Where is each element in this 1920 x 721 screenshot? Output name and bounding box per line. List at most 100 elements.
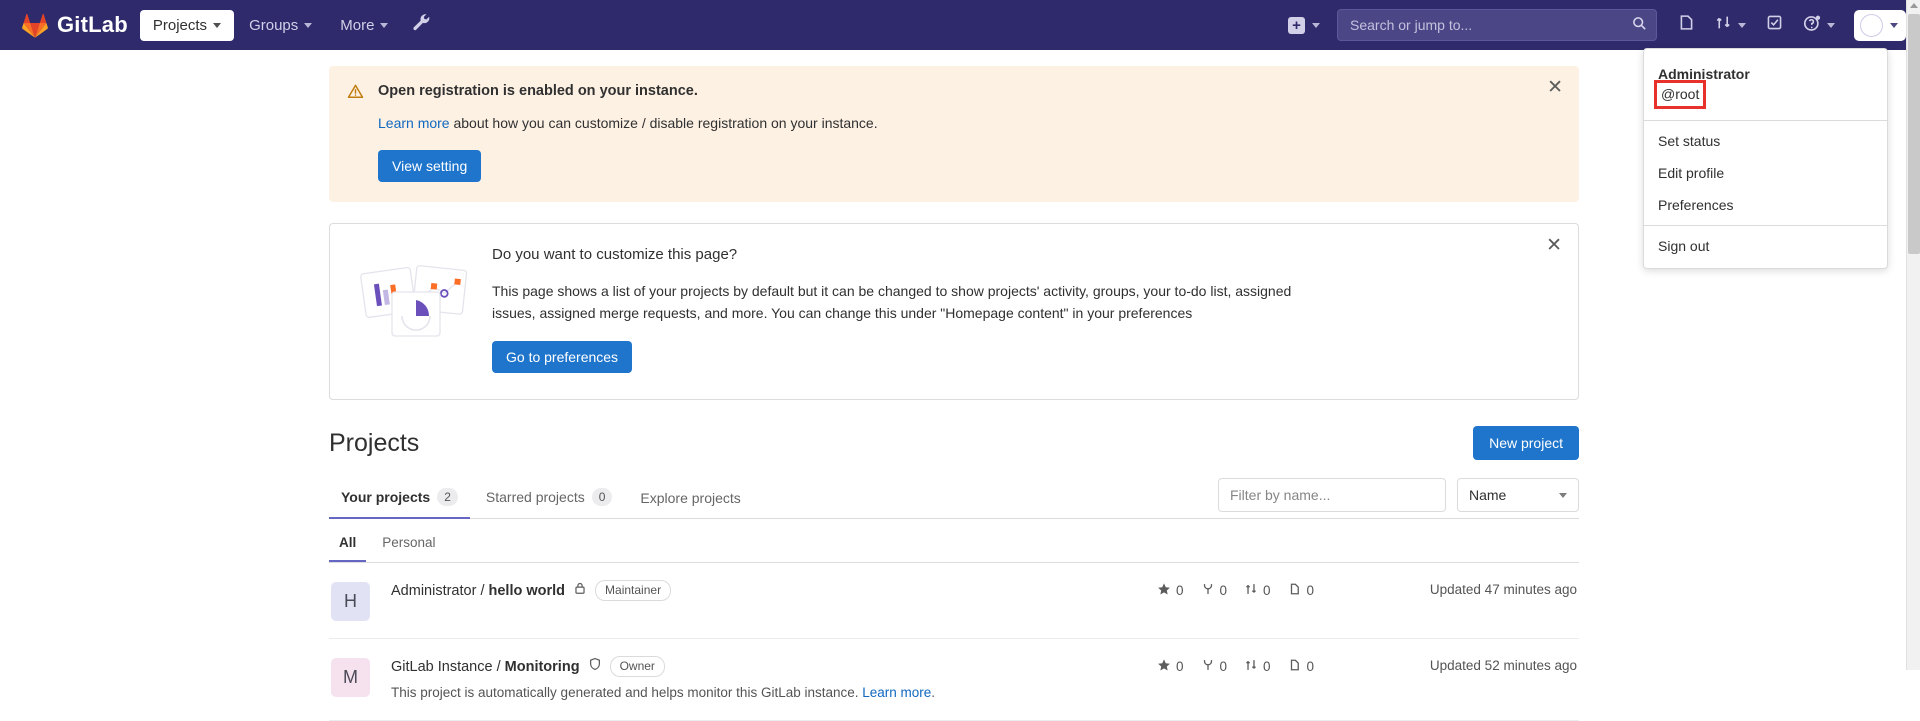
user-dropdown-name: Administrator [1658, 66, 1750, 82]
star-icon [1157, 582, 1171, 599]
menu-item-preferences[interactable]: Preferences [1644, 189, 1887, 221]
stat-forks-value: 0 [1219, 659, 1228, 674]
project-avatar: M [331, 658, 370, 697]
merge-request-icon [1244, 582, 1258, 599]
subtab-all[interactable]: All [329, 531, 367, 562]
customize-page-card: Do you want to customize this page? This… [329, 223, 1579, 400]
table-row[interactable]: H Administrator / hello world Maintainer [329, 563, 1579, 639]
issue-icon [1288, 582, 1302, 599]
view-setting-button[interactable]: View setting [378, 150, 482, 182]
new-project-button[interactable]: New project [1473, 426, 1579, 460]
stat-forks[interactable]: 0 [1201, 582, 1228, 599]
alert-description-rest: about how you can customize / disable re… [449, 115, 878, 131]
project-updated: Updated 52 minutes ago [1429, 658, 1577, 673]
table-row[interactable]: M GitLab Instance / Monitoring Owner Thi… [329, 639, 1579, 721]
page-body: Open registration is enabled on your ins… [0, 50, 1908, 721]
role-badge: Maintainer [595, 580, 672, 601]
project-namespace: GitLab Instance / [391, 658, 505, 675]
nav-item-more[interactable]: More [327, 10, 401, 41]
gitlab-tanuki-icon [22, 13, 48, 38]
chevron-down-icon [380, 22, 389, 28]
issues-button[interactable] [1669, 8, 1704, 42]
tab-explore-projects[interactable]: Explore projects [628, 480, 752, 519]
user-dropdown-header: Administrator @root [1644, 55, 1887, 116]
stat-merge-requests[interactable]: 0 [1244, 582, 1271, 599]
project-description-text: This project is automatically generated … [391, 685, 863, 700]
help-button[interactable] [1794, 8, 1844, 43]
projects-tabs-row: Your projects 2 Starred projects 0 Explo… [329, 478, 1579, 519]
sort-dropdown[interactable]: Name [1457, 478, 1579, 512]
admin-area-button[interactable] [403, 7, 440, 43]
stat-merge-requests[interactable]: 0 [1244, 658, 1271, 675]
stat-stars[interactable]: 0 [1157, 658, 1184, 675]
create-new-button[interactable]: + [1279, 11, 1329, 40]
stat-issues[interactable]: 0 [1288, 582, 1314, 599]
alert-learn-more-link[interactable]: Learn more [378, 115, 450, 131]
project-title-link[interactable]: Administrator / hello world [391, 581, 565, 601]
navbar-right-group: + [1279, 8, 1906, 43]
nav-item-groups-label: Groups [249, 16, 299, 34]
stat-merge-requests-value: 0 [1263, 659, 1271, 674]
projects-subtabs: All Personal [329, 519, 1579, 562]
gitlab-home-link[interactable]: GitLab [14, 12, 138, 38]
page-title: Projects [329, 428, 420, 457]
project-avatar: H [331, 582, 370, 621]
project-title-link[interactable]: GitLab Instance / Monitoring [391, 657, 580, 677]
tab-your-projects-label: Your projects [341, 489, 431, 505]
page-scrollbar[interactable] [1906, 0, 1920, 670]
stat-stars[interactable]: 0 [1157, 582, 1184, 599]
divider [1644, 120, 1887, 121]
user-dropdown-handle[interactable]: @root [1653, 80, 1707, 109]
plus-square-icon: + [1288, 16, 1305, 34]
star-icon [1157, 658, 1171, 675]
search-icon[interactable] [1632, 16, 1647, 36]
menu-item-edit-profile[interactable]: Edit profile [1644, 157, 1887, 189]
tab-starred-projects[interactable]: Starred projects 0 [474, 478, 625, 519]
merge-requests-button[interactable] [1706, 8, 1755, 42]
project-name: hello world [488, 582, 566, 599]
menu-item-sign-out[interactable]: Sign out [1644, 230, 1887, 262]
stat-merge-requests-value: 0 [1263, 583, 1271, 598]
stat-forks-value: 0 [1219, 583, 1228, 598]
customize-card-body: This page shows a list of your projects … [492, 283, 1292, 321]
filter-by-name-input[interactable] [1218, 478, 1446, 512]
subtab-personal[interactable]: Personal [372, 531, 445, 562]
menu-item-set-status[interactable]: Set status [1644, 125, 1887, 157]
chevron-down-icon [1827, 22, 1835, 28]
open-registration-alert: Open registration is enabled on your ins… [329, 66, 1579, 202]
sort-dropdown-value: Name [1469, 487, 1507, 503]
project-name-line: GitLab Instance / Monitoring Owner [391, 656, 1157, 677]
projects-subtabs-row: All Personal [329, 519, 1579, 563]
nav-item-projects[interactable]: Projects [139, 9, 235, 41]
tab-your-projects[interactable]: Your projects 2 [329, 478, 470, 519]
projects-tools: Name [1218, 478, 1579, 518]
nav-item-groups[interactable]: Groups [236, 10, 325, 41]
tab-your-projects-count: 2 [437, 488, 458, 506]
stat-issues[interactable]: 0 [1288, 658, 1314, 675]
user-avatar-icon [1860, 13, 1883, 37]
stat-stars-value: 0 [1176, 583, 1184, 598]
customize-card-close-button[interactable]: ✕ [1546, 236, 1562, 255]
project-name-line: Administrator / hello world Maintainer [391, 580, 1157, 601]
nav-item-more-label: More [340, 16, 375, 34]
todos-button[interactable] [1757, 8, 1792, 42]
stat-forks[interactable]: 0 [1201, 658, 1228, 675]
chevron-down-icon [1890, 22, 1898, 28]
chevron-down-icon [213, 22, 222, 28]
scrollbar-thumb[interactable] [1908, 14, 1920, 254]
user-dropdown-menu: Administrator @root Set status Edit prof… [1643, 48, 1888, 269]
projects-header: Projects New project [329, 426, 1579, 460]
project-updated: Updated 47 minutes ago [1429, 582, 1577, 597]
project-description-link[interactable]: Learn more [862, 685, 931, 700]
user-menu-button[interactable] [1854, 9, 1906, 41]
wrench-icon [412, 13, 431, 37]
project-stats: 0 0 0 0 [1157, 582, 1387, 599]
project-name: Monitoring [504, 658, 580, 675]
alert-close-button[interactable]: ✕ [1547, 78, 1563, 97]
search-input[interactable] [1337, 9, 1657, 41]
chevron-down-icon [1312, 22, 1320, 28]
alert-title: Open registration is enabled on your ins… [378, 83, 698, 99]
customize-card-title: Do you want to customize this page? [492, 246, 738, 263]
scroll-up-arrow-icon[interactable] [1910, 3, 1918, 8]
go-to-preferences-button[interactable]: Go to preferences [492, 341, 633, 373]
